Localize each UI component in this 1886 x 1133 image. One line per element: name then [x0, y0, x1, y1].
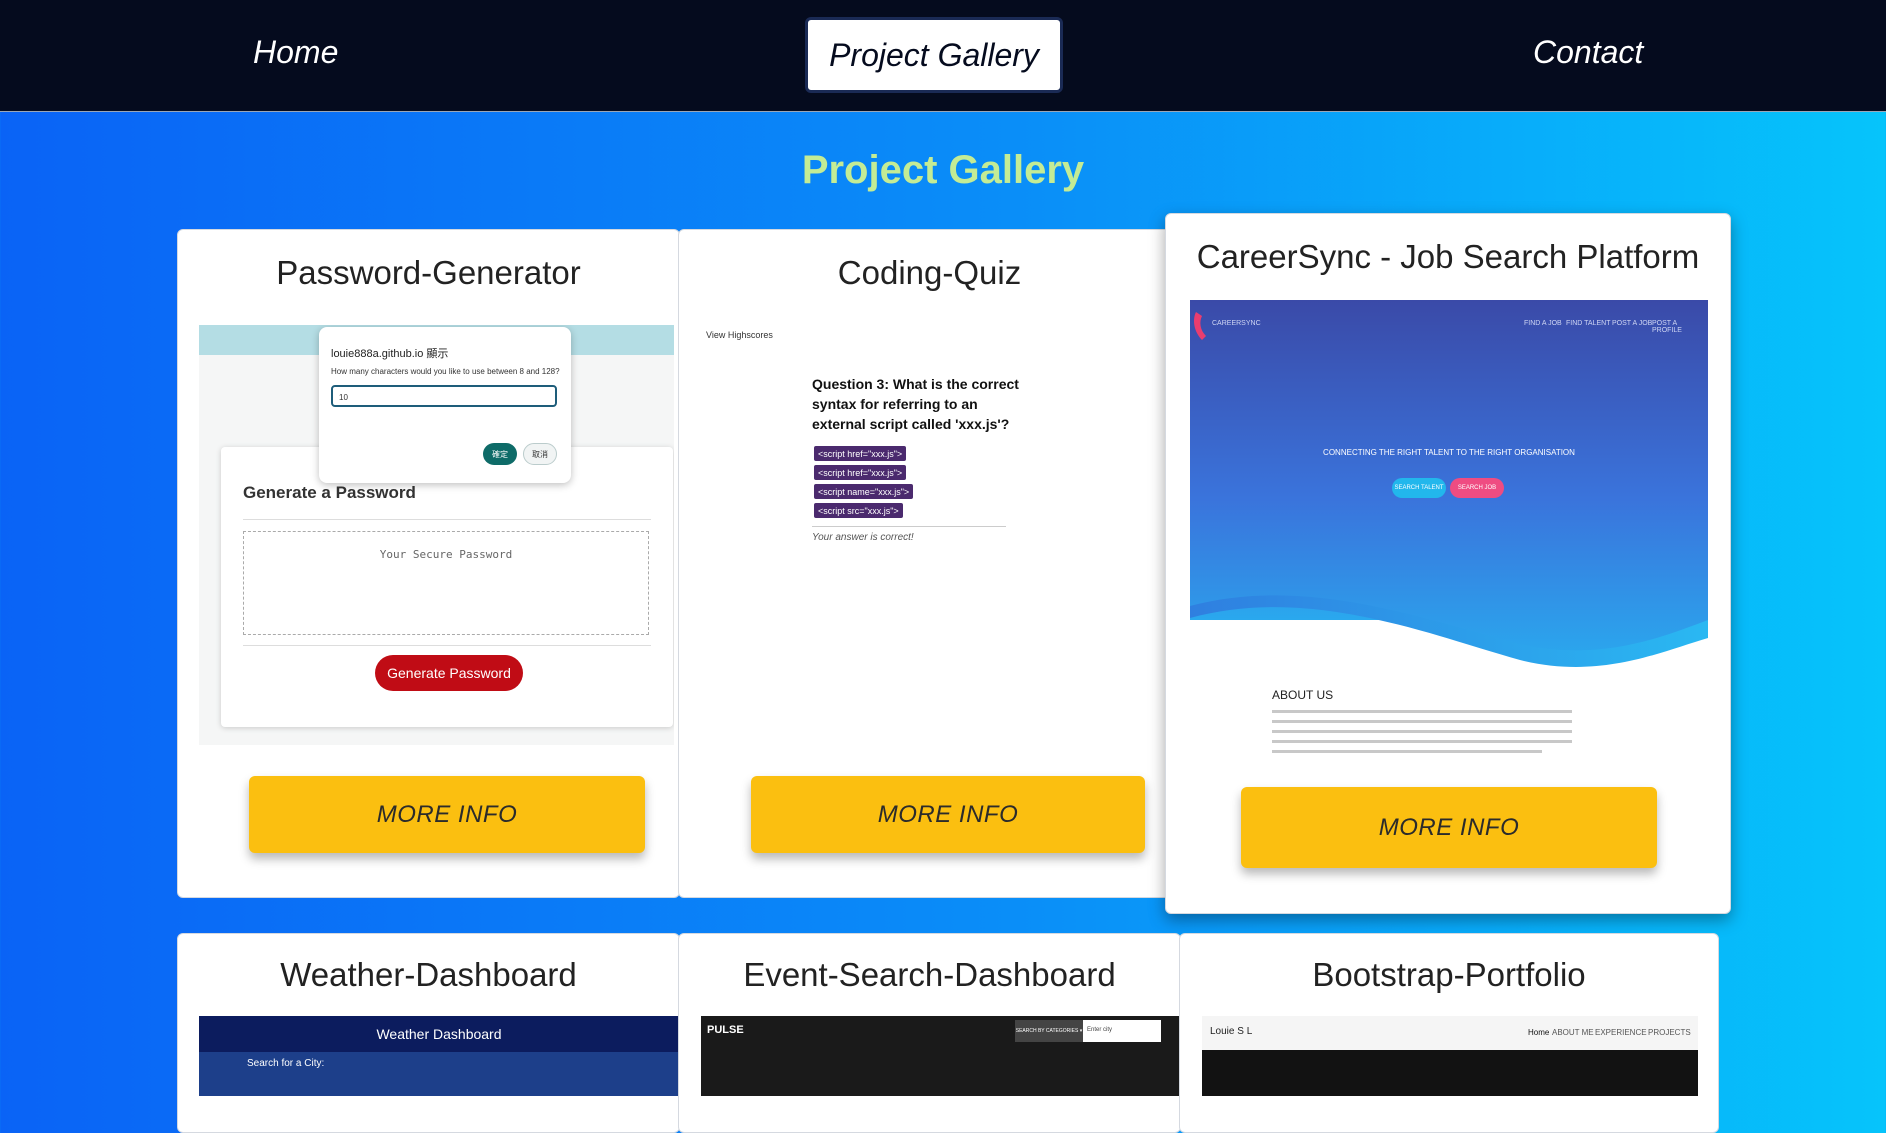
preview-nav-item: POST A PROFILE [1652, 320, 1682, 334]
preview-search-label: Search for a City: [247, 1058, 325, 1069]
preview-panel: Generate a Password Your Secure Password… [221, 447, 673, 727]
preview-nav-item: FIND TALENT [1566, 320, 1611, 327]
nav-home-link[interactable]: Home [253, 34, 338, 71]
project-screenshot: CAREERSYNC FIND A JOB FIND TALENT POST A… [1190, 300, 1708, 762]
project-title: Bootstrap-Portfolio [1312, 956, 1586, 993]
preview-generate-button: Generate Password [375, 655, 523, 691]
project-screenshot: PULSE SEARCH BY CATEGORIES ▾ Enter city [701, 1016, 1180, 1096]
project-title: Coding-Quiz [837, 254, 1022, 291]
preview-nav-item: FIND A JOB [1524, 320, 1562, 327]
preview-text-line [1272, 710, 1572, 713]
preview-nav-item: EXPERIENCE [1595, 1028, 1647, 1037]
preview-about-heading: ABOUT US [1272, 688, 1334, 702]
preview-nav-item: PROJECTS [1648, 1028, 1691, 1037]
more-info-button[interactable]: MORE INFO [1241, 787, 1657, 868]
top-navbar: Home Project Gallery Contact [0, 0, 1886, 112]
divider [812, 526, 1006, 527]
preview-answer: <script href="xxx.js"> [814, 446, 907, 461]
dialog-title: louie888a.github.io 顯示 [331, 348, 449, 360]
project-title: Password-Generator [276, 254, 581, 291]
more-info-button[interactable]: MORE INFO [249, 776, 645, 853]
more-info-button[interactable]: MORE INFO [751, 776, 1145, 853]
project-title: CareerSync - Job Search Platform [1196, 238, 1700, 275]
preview-nav-item: ABOUT ME [1552, 1028, 1594, 1037]
project-title: Weather-Dashboard [280, 956, 577, 993]
divider [243, 519, 651, 520]
preview-nav-item: POST A JOB [1612, 320, 1653, 327]
preview-heading: Generate a Password [243, 483, 416, 502]
preview-text-line [1272, 720, 1572, 723]
nav-project-gallery-link[interactable]: Project Gallery [805, 17, 1063, 93]
dialog-prompt: How many characters would you like to us… [331, 367, 560, 376]
dialog-cancel-button: 取消 [523, 443, 557, 465]
preview-hero-dark [1202, 1050, 1698, 1096]
preview-answer: <script href="xxx.js"> [814, 465, 907, 480]
project-screenshot: Generate a Password Your Secure Password… [199, 325, 674, 745]
preview-search-job-button: SEARCH JOB [1450, 478, 1504, 498]
preview-hero-background [1190, 300, 1708, 667]
project-screenshot: Weather Dashboard Search for a City: [199, 1016, 679, 1096]
preview-nav-item: Home [1528, 1028, 1550, 1037]
preview-header: Weather Dashboard [199, 1016, 679, 1052]
preview-answer: <script src="xxx.js"> [814, 503, 903, 518]
preview-password-output: Your Secure Password [243, 531, 649, 635]
project-card-careersync: CareerSync - Job Search Platform CAREERS… [1165, 213, 1731, 914]
preview-text-line [1272, 740, 1572, 743]
preview-result: Your answer is correct! [812, 532, 914, 543]
project-card-password-generator: Password-Generator Generate a Password Y… [177, 229, 680, 898]
preview-text-line [1272, 730, 1572, 733]
preview-prompt-dialog: louie888a.github.io 顯示 How many characte… [319, 327, 571, 483]
preview-brand-name: Louie S L [1210, 1026, 1253, 1037]
preview-tagline: CONNECTING THE RIGHT TALENT TO THE RIGHT… [1323, 448, 1575, 457]
project-screenshot: View Highscores Question 3: What is the … [700, 320, 1160, 740]
divider [243, 645, 651, 646]
preview-logo: PULSE [707, 1024, 744, 1036]
preview-question: Question 3: What is the correct syntax f… [812, 376, 1019, 432]
project-screenshot: Louie S L Home ABOUT ME EXPERIENCE PROJE… [1202, 1016, 1698, 1096]
project-card-bootstrap-portfolio: Bootstrap-Portfolio Louie S L Home ABOUT… [1179, 933, 1719, 1133]
dialog-ok-button: 確定 [483, 443, 517, 465]
project-card-event-search-dashboard: Event-Search-Dashboard PULSE SEARCH BY C… [678, 933, 1181, 1133]
preview-city-input: Enter city [1083, 1020, 1161, 1042]
project-card-coding-quiz: Coding-Quiz View Highscores Question 3: … [678, 229, 1181, 898]
preview-text-line [1272, 750, 1542, 753]
page-title: Project Gallery [801, 148, 1085, 192]
project-title: Event-Search-Dashboard [743, 956, 1116, 993]
project-card-weather-dashboard: Weather-Dashboard Weather Dashboard Sear… [177, 933, 680, 1133]
dialog-input: 10 [331, 385, 557, 407]
preview-brand: CAREERSYNC [1212, 320, 1261, 327]
nav-contact-link[interactable]: Contact [1533, 34, 1643, 71]
preview-highscores-link: View Highscores [706, 330, 773, 340]
preview-categories-dropdown: SEARCH BY CATEGORIES ▾ [1015, 1020, 1083, 1042]
preview-answer: <script name="xxx.js"> [814, 484, 914, 499]
preview-search-talent-button: SEARCH TALENT [1392, 478, 1446, 498]
